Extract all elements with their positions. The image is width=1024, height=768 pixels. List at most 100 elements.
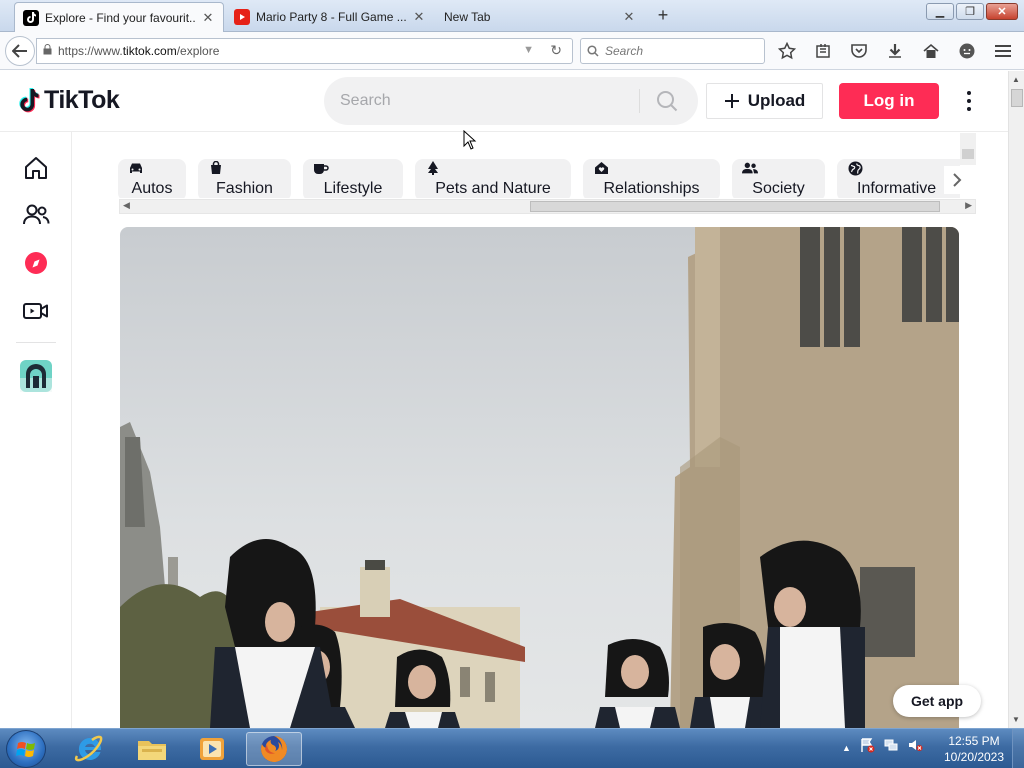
upload-button[interactable]: Upload xyxy=(706,83,823,119)
volume-muted-icon[interactable] xyxy=(907,737,923,758)
system-tray: ▲ xyxy=(842,737,923,758)
search-icon[interactable] xyxy=(656,90,678,117)
scroll-right-arrow-icon[interactable]: ▶ xyxy=(965,200,972,211)
pocket-icon[interactable] xyxy=(848,40,870,62)
search-icon xyxy=(587,45,599,57)
tab-title: Explore - Find your favourit... xyxy=(45,10,195,25)
taskbar-clock[interactable]: 12:55 PM 10/20/2023 xyxy=(938,733,1010,765)
tiktok-header: TikTok Search Upload Log in xyxy=(0,71,1008,132)
feedback-face-icon[interactable] xyxy=(956,40,978,62)
live-icon[interactable] xyxy=(20,295,52,327)
restore-icon[interactable]: ❐ xyxy=(956,3,984,20)
tree-icon xyxy=(425,161,441,175)
tiktok-note-icon xyxy=(19,87,40,112)
tiktok-sidebar xyxy=(0,132,72,728)
tiktok-wordmark: TikTok xyxy=(44,86,120,114)
scroll-down-arrow-icon[interactable]: ▼ xyxy=(1012,715,1020,724)
youtube-icon xyxy=(234,9,250,25)
sidebar-divider xyxy=(16,342,56,343)
search-divider xyxy=(639,89,640,113)
category-chip-pets-and-nature[interactable]: Pets and Nature xyxy=(415,159,571,198)
category-tabs: Autos Fashion Lifestyle Pets and Nature … xyxy=(118,152,960,198)
close-tab-icon[interactable]: ✕ xyxy=(622,9,636,25)
tab-explore[interactable]: Explore - Find your favourit... ✕ xyxy=(14,2,224,32)
reading-list-icon[interactable] xyxy=(812,40,834,62)
close-tab-icon[interactable]: ✕ xyxy=(201,10,215,26)
video-player[interactable] xyxy=(120,227,959,728)
category-chip-fashion[interactable]: Fashion xyxy=(198,159,291,198)
tab-new[interactable]: New Tab ✕ xyxy=(436,2,644,32)
upload-label: Upload xyxy=(747,91,806,110)
browser-navbar: https://www. tiktok.com/explore ▼ ↻ Searc… xyxy=(0,32,1024,70)
action-center-flag-icon[interactable] xyxy=(859,737,875,758)
category-vertical-scrollbar[interactable] xyxy=(960,133,976,165)
menu-hamburger-icon[interactable] xyxy=(992,40,1014,62)
scroll-left-arrow-icon[interactable]: ◀ xyxy=(123,200,130,211)
bookmark-star-icon[interactable] xyxy=(776,40,798,62)
windows-start-icon[interactable] xyxy=(6,730,46,768)
network-icon[interactable] xyxy=(883,737,899,758)
people-icon xyxy=(742,161,758,175)
category-label: Society xyxy=(752,180,805,197)
download-icon[interactable] xyxy=(884,40,906,62)
firefox-icon[interactable] xyxy=(246,732,302,766)
login-button[interactable]: Log in xyxy=(839,83,939,119)
tiktok-search-input[interactable]: Search xyxy=(324,77,698,125)
explore-icon[interactable] xyxy=(20,247,52,279)
creator-avatar[interactable] xyxy=(20,360,52,392)
home-icon[interactable] xyxy=(20,152,52,184)
back-arrow-icon[interactable] xyxy=(5,36,35,66)
media-player-icon[interactable] xyxy=(184,732,240,766)
scrollbar-thumb[interactable] xyxy=(530,201,940,212)
house-heart-icon xyxy=(593,161,609,175)
tiktok-logo[interactable]: TikTok xyxy=(16,86,120,115)
browser-search-placeholder: Search xyxy=(605,44,644,58)
close-tab-icon[interactable]: ✕ xyxy=(412,9,426,25)
tab-mario-party[interactable]: Mario Party 8 - Full Game ... ✕ xyxy=(226,2,434,32)
home-browser-icon[interactable] xyxy=(920,40,942,62)
new-tab-plus-icon[interactable]: + xyxy=(652,5,674,26)
scroll-up-arrow-icon[interactable]: ▲ xyxy=(1012,75,1020,84)
reload-icon[interactable]: ↻ xyxy=(550,42,562,59)
browser-tab-strip: Explore - Find your favourit... ✕ Mario … xyxy=(0,0,1024,32)
more-options-icon[interactable] xyxy=(960,87,978,115)
close-window-icon[interactable]: ✕ xyxy=(986,3,1018,20)
friends-icon[interactable] xyxy=(20,199,52,231)
video-frame-image xyxy=(120,227,959,728)
category-chip-relationships[interactable]: Relationships xyxy=(583,159,720,198)
category-label: Lifestyle xyxy=(323,180,383,197)
tab-title: Mario Party 8 - Full Game ... xyxy=(256,10,406,24)
url-dropdown-icon[interactable]: ▼ xyxy=(523,44,534,56)
cup-icon xyxy=(313,161,329,175)
category-chip-society[interactable]: Society xyxy=(732,159,825,198)
category-label: Autos xyxy=(131,180,173,197)
globe-icon xyxy=(847,161,863,175)
car-icon xyxy=(128,161,144,175)
page-scrollbar[interactable]: ▲ ▼ xyxy=(1008,71,1024,728)
clock-time: 12:55 PM xyxy=(948,734,1000,748)
browser-toolbar-icons xyxy=(776,40,1014,62)
category-chip-informative[interactable]: Informative xyxy=(837,159,960,198)
browser-search-field[interactable]: Search xyxy=(580,38,765,64)
chevron-right-icon[interactable] xyxy=(944,166,970,194)
tab-title: New Tab xyxy=(444,10,491,24)
address-bar[interactable]: https://www. tiktok.com/explore ▼ ↻ xyxy=(36,38,573,64)
category-chip-lifestyle[interactable]: Lifestyle xyxy=(303,159,403,198)
category-label: Pets and Nature xyxy=(435,180,551,197)
windows-taskbar: ▲ 12:55 PM 10/20/2023 xyxy=(0,728,1024,768)
get-app-button[interactable]: Get app xyxy=(893,685,981,717)
minimize-icon[interactable]: ▁ xyxy=(926,3,954,20)
url-prefix: https://www. xyxy=(58,44,123,58)
internet-explorer-icon[interactable] xyxy=(62,732,118,766)
show-desktop-button[interactable] xyxy=(1012,729,1024,768)
url-host: tiktok.com xyxy=(122,44,177,58)
show-hidden-icons-icon[interactable]: ▲ xyxy=(842,743,851,753)
category-chip-autos[interactable]: Autos xyxy=(118,159,186,198)
plus-icon xyxy=(724,94,739,108)
file-explorer-icon[interactable] xyxy=(124,732,180,766)
search-placeholder: Search xyxy=(340,92,391,109)
category-horizontal-scrollbar[interactable]: ◀ ▶ xyxy=(119,199,976,214)
mouse-cursor-icon xyxy=(463,130,477,150)
lock-icon xyxy=(43,44,52,58)
page-scrollbar-thumb[interactable] xyxy=(1011,89,1023,107)
